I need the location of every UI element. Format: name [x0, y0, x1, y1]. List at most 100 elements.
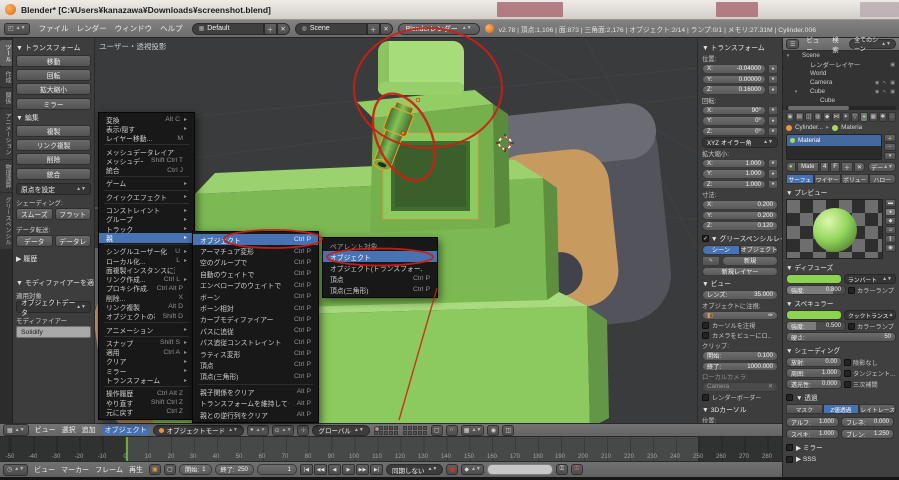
timeline-menu-item[interactable]: マーカー: [58, 465, 92, 475]
location-field[interactable]: X:-0.04000: [702, 64, 766, 74]
timeline-menu-item[interactable]: フレーム: [92, 465, 126, 475]
join-button[interactable]: 統合: [16, 168, 91, 180]
view3d-menu-item[interactable]: ビュー: [32, 425, 59, 435]
shading-value-field[interactable]: 透光性:0.000: [786, 379, 842, 389]
data-transfer-button[interactable]: データ: [16, 235, 53, 247]
play-reverse-button[interactable]: ◀: [328, 464, 341, 475]
material-type-tab[interactable]: サーフェ: [786, 174, 814, 184]
preview-monkey-button[interactable]: ☺: [885, 226, 896, 234]
keying-set-dropdown[interactable]: ◆▲▼: [461, 464, 484, 475]
parent-submenu-item[interactable]: 頂点(三角形)Ctrl P: [193, 371, 318, 382]
fake-user-button[interactable]: F: [830, 162, 840, 172]
material-unlink-button[interactable]: ✕: [854, 162, 865, 172]
diffuse-color-swatch[interactable]: [786, 274, 842, 284]
delete-button[interactable]: 削除: [16, 153, 91, 165]
3d-cursor-panel-header[interactable]: ▼ 3Dカーソル: [702, 404, 778, 414]
material-slot-list[interactable]: Material: [786, 134, 882, 160]
parent-submenu-item[interactable]: 親子関係をクリアAlt P: [193, 386, 318, 397]
editor-type-button-info[interactable]: ◰▲▼: [4, 23, 30, 35]
gp-new-layer-button[interactable]: 新規レイヤー: [702, 267, 778, 277]
scale-button[interactable]: 拡大縮小: [16, 83, 91, 95]
prev-keyframe-button[interactable]: ◀◀: [314, 464, 327, 475]
slot-add-button[interactable]: ＋: [884, 134, 896, 142]
particles-tab-icon[interactable]: ✱: [879, 112, 887, 122]
editor-type-button-timeline[interactable]: ◷▲▼: [3, 464, 28, 476]
link-type-dropdown[interactable]: デー▲▼: [868, 162, 896, 172]
modifier-name-field[interactable]: Solidify: [16, 326, 91, 338]
sync-dropdown[interactable]: 同期しない▲▼: [386, 464, 443, 475]
parent-target-menu-item[interactable]: オブジェクト(トランスフォーム維持): [323, 262, 437, 273]
parent-submenu-item[interactable]: 空のグループでCtrl P: [193, 257, 318, 268]
data-tab-icon[interactable]: ▽: [851, 112, 859, 122]
context-menu-item[interactable]: グループ▸: [99, 215, 194, 224]
preview-sky-button[interactable]: ◉: [885, 244, 896, 252]
context-menu-item[interactable]: トランスフォーム▸: [99, 375, 194, 384]
use-preview-range-toggle[interactable]: ▣: [149, 464, 161, 475]
transparency-panel-header[interactable]: ▼ 透過: [786, 392, 896, 402]
visibility-toggle-icons[interactable]: ◉ ↖ ▣: [875, 80, 896, 86]
material-type-tab[interactable]: ハロー: [869, 174, 897, 184]
parent-submenu-item[interactable]: ボーンCtrl P: [193, 291, 318, 302]
play-button[interactable]: ▶: [342, 464, 355, 475]
material-new-button[interactable]: ＋: [841, 162, 853, 172]
transparency-field[interactable]: ブレン:1.250: [841, 429, 894, 439]
expand-icon[interactable]: ▾: [785, 53, 791, 59]
context-menu-item[interactable]: レイヤー移動...M: [99, 134, 194, 143]
scene-add-button[interactable]: ＋: [367, 23, 380, 35]
toolshelf-tab[interactable]: ツール: [0, 40, 12, 66]
lock-icon[interactable]: ●: [768, 64, 778, 74]
shading-checkbox[interactable]: [844, 370, 851, 377]
toolshelf-tab[interactable]: 物理演算: [0, 160, 12, 192]
outliner-search-menu[interactable]: 検索: [828, 34, 846, 54]
window-titlebar[interactable]: Blender* [C:¥Users¥kanazawa¥Downloads¥sc…: [0, 0, 899, 20]
preview-panel-header[interactable]: ▼ プレビュー: [786, 187, 896, 197]
mirror-panel-header[interactable]: ▶ ミラー: [786, 442, 896, 452]
current-frame-field[interactable]: 1: [257, 464, 297, 475]
specular-intensity-slider[interactable]: 強度:0.500: [786, 321, 846, 331]
lock-camera-checkbox[interactable]: [702, 332, 709, 339]
context-menu-item[interactable]: やり直すShift Ctrl Z: [99, 398, 194, 407]
pivot-point-dropdown[interactable]: ⊙▲▼: [272, 425, 295, 436]
modifiers-tab-icon[interactable]: ✦: [842, 112, 850, 122]
shade-flat-button[interactable]: フラット: [55, 208, 92, 220]
material-type-tab[interactable]: ワイヤー: [814, 174, 842, 184]
frame-end-field[interactable]: 終了:250: [215, 464, 254, 475]
scene-delete-button[interactable]: ✕: [380, 23, 393, 35]
transparency-tab[interactable]: レイトレース: [859, 404, 896, 414]
outliner-row[interactable]: Cube: [783, 96, 899, 105]
parent-submenu-item[interactable]: アーマチュア変形Ctrl P: [193, 245, 318, 256]
scene-tab-icon[interactable]: ◫: [805, 112, 813, 122]
lock-icon[interactable]: ●: [768, 106, 778, 116]
toolshelf-tab[interactable]: 関係: [0, 88, 12, 108]
screen-layout-selector[interactable]: ▦Default ＋ ✕: [192, 23, 290, 35]
layout-add-button[interactable]: ＋: [264, 23, 277, 35]
duplicate-linked-button[interactable]: リンク複製: [16, 139, 91, 151]
outliner-view-menu[interactable]: ビュー: [802, 34, 825, 54]
layout-delete-button[interactable]: ✕: [277, 23, 290, 35]
parent-submenu-item[interactable]: 自動のウェイトでCtrl P: [193, 268, 318, 279]
clip-end-field[interactable]: 終了:1000.000: [702, 362, 778, 372]
context-menu-item[interactable]: 適用Ctrl A▸: [99, 348, 194, 357]
object-menu-active[interactable]: オブジェクト: [102, 425, 150, 435]
context-menu-item[interactable]: 元に戻すCtrl Z: [99, 407, 194, 416]
view-panel-header[interactable]: ▼ ビュー: [702, 278, 778, 288]
diffuse-panel-header[interactable]: ▼ ディフューズ: [786, 262, 896, 272]
transform-orientation-dropdown[interactable]: グローバル▲▼: [312, 425, 369, 436]
parent-submenu-item[interactable]: エンベロープのウェイトでCtrl P: [193, 280, 318, 291]
physics-tab-icon[interactable]: ◌: [888, 112, 896, 122]
expand-icon[interactable]: ▾: [793, 89, 799, 95]
panel-header-edit[interactable]: ▼ 編集: [16, 113, 91, 123]
snap-magnet-toggle[interactable]: ∩: [446, 425, 458, 436]
toolshelf-tab[interactable]: 作成: [0, 67, 12, 87]
parent-submenu-item[interactable]: パス追従コンストレイントCtrl P: [193, 337, 318, 348]
delete-keyframe-button[interactable]: ⚿: [571, 464, 583, 475]
outliner-row[interactable]: ▾ Scene: [783, 51, 899, 60]
rotation-field[interactable]: Z:0°: [702, 127, 766, 137]
next-keyframe-button[interactable]: ▶▶: [356, 464, 369, 475]
render-engine-selector[interactable]: Blenderレンダー▲▼: [398, 23, 480, 35]
slot-specials-button[interactable]: ▾: [884, 152, 896, 160]
render-opengl-anim-button[interactable]: ◫: [502, 425, 514, 436]
context-menu-item[interactable]: メッシュデータの転送Shift Ctrl T: [99, 156, 194, 165]
context-menu-item[interactable]: シングルユーザー化U▸: [99, 247, 194, 256]
diffuse-ramp-checkbox[interactable]: [848, 287, 855, 294]
